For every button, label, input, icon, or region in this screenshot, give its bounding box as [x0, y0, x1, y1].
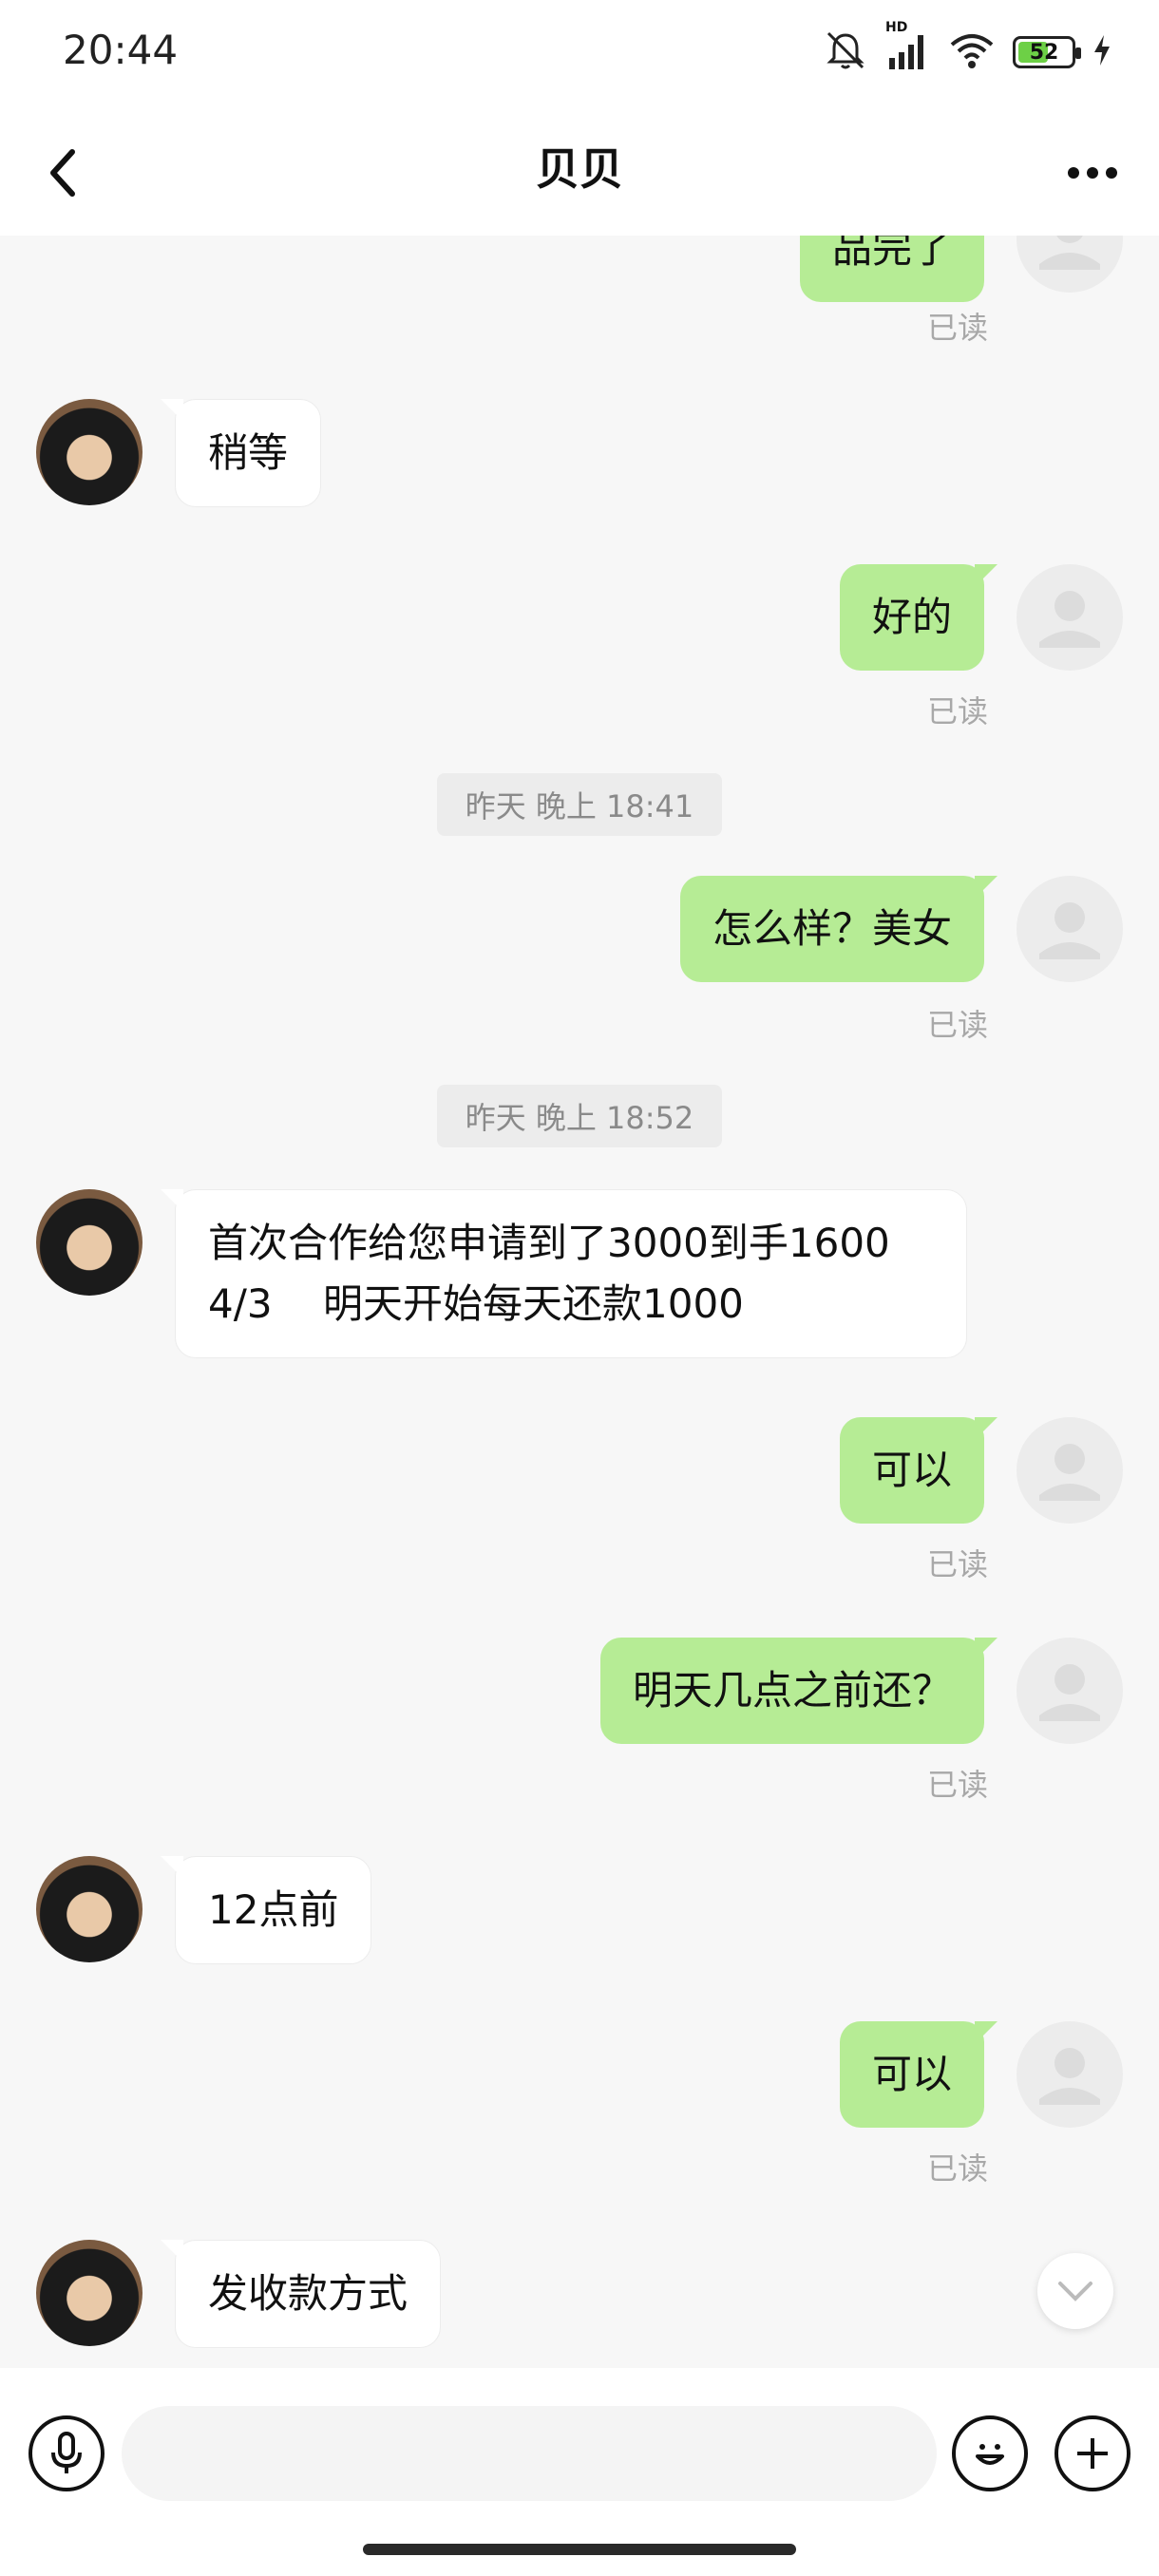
my-avatar[interactable]: [1016, 876, 1123, 982]
smiley-icon: [976, 2444, 1004, 2465]
my-avatar[interactable]: [1016, 1417, 1123, 1524]
my-avatar[interactable]: [1016, 2021, 1123, 2128]
user-icon: [1039, 2048, 1100, 2105]
status-time: 20:44: [63, 27, 179, 73]
contact-avatar[interactable]: [36, 2240, 142, 2346]
read-receipt: 已读: [927, 1007, 989, 1043]
contact-avatar[interactable]: [36, 1189, 142, 1296]
wifi-icon: [948, 31, 996, 73]
chat-title: 贝贝: [536, 143, 623, 195]
status-bar: 20:44 HD 52: [0, 0, 1159, 106]
more-actions-button[interactable]: [1054, 2415, 1130, 2491]
read-receipt: 已读: [927, 310, 989, 346]
my-avatar[interactable]: [1016, 1638, 1123, 1744]
message-list[interactable]: 品完了 已读 稍等 好的 已读 昨天 晚上 18:41 怎么样？美女 已读 昨天…: [0, 236, 1159, 2368]
message-outgoing[interactable]: 可以: [839, 2021, 998, 2128]
read-receipt: 已读: [927, 2150, 989, 2187]
scroll-to-bottom-button[interactable]: [1037, 2253, 1113, 2329]
read-receipt: 已读: [927, 1546, 989, 1582]
read-receipt: 已读: [927, 693, 989, 729]
message-incoming[interactable]: 发收款方式: [160, 2240, 442, 2348]
read-receipt: 已读: [927, 1767, 989, 1803]
contact-avatar[interactable]: [36, 399, 142, 505]
microphone-icon: [51, 2432, 82, 2473]
charging-icon: [1092, 33, 1112, 71]
my-avatar[interactable]: [1016, 564, 1123, 671]
plus-icon: [1077, 2438, 1108, 2469]
message-outgoing[interactable]: 怎么样？美女: [679, 876, 998, 982]
mute-bell-icon: [823, 28, 868, 77]
user-icon: [1039, 236, 1100, 270]
message-incoming[interactable]: 首次合作给您申请到了3000到手1600 4/3 明天开始每天还款1000: [161, 1189, 967, 1358]
hd-label: HD: [885, 20, 908, 35]
battery-icon: 52: [1013, 36, 1081, 68]
battery-level: 52: [1029, 40, 1059, 65]
user-icon: [1039, 591, 1100, 648]
message-incoming[interactable]: 12点前: [160, 1856, 372, 1964]
user-icon: [1039, 902, 1100, 959]
chat-header: 贝贝: [0, 106, 1159, 236]
chevron-down-icon: [1058, 2282, 1092, 2301]
message-outgoing[interactable]: 可以: [839, 1417, 998, 1524]
message-input[interactable]: [122, 2406, 937, 2501]
message-outgoing[interactable]: 明天几点之前还？: [599, 1638, 998, 1744]
message-incoming[interactable]: 稍等: [160, 399, 322, 507]
contact-avatar[interactable]: [36, 1856, 142, 1962]
more-options-button[interactable]: [1054, 135, 1130, 211]
message-outgoing[interactable]: 好的: [839, 564, 998, 671]
emoji-button[interactable]: [952, 2415, 1028, 2491]
user-icon: [1039, 1444, 1100, 1501]
status-icons: HD 52: [823, 20, 1112, 77]
user-icon: [1039, 1664, 1100, 1721]
home-indicator[interactable]: [363, 2544, 796, 2555]
message-outgoing[interactable]: 品完了: [799, 236, 984, 302]
timestamp: 昨天 晚上 18:52: [0, 1085, 1159, 1147]
timestamp: 昨天 晚上 18:41: [0, 773, 1159, 836]
voice-input-button[interactable]: [28, 2415, 104, 2491]
signal-icon: HD: [885, 20, 931, 75]
more-dots-icon: [1068, 167, 1117, 179]
my-avatar[interactable]: [1016, 236, 1123, 293]
